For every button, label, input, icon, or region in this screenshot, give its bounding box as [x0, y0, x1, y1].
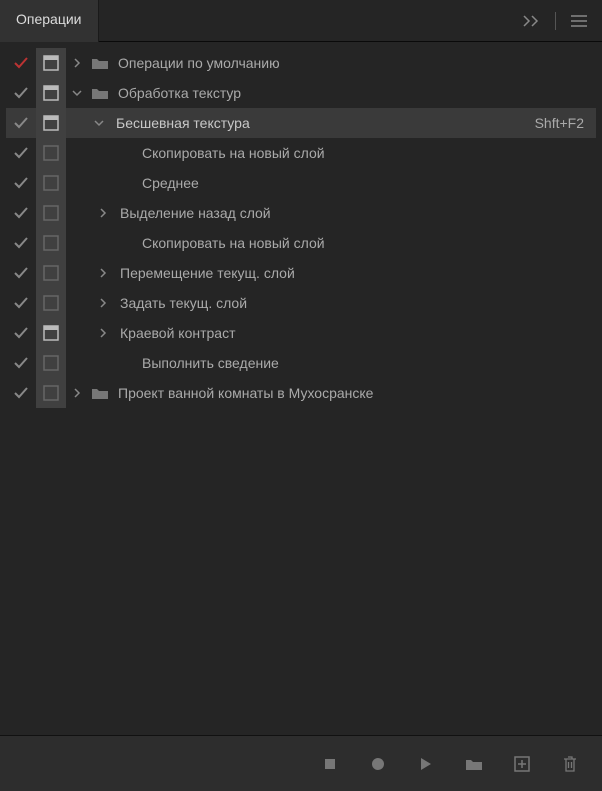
- action-label: Скопировать на новый слой: [136, 145, 596, 161]
- dialog-toggle-icon[interactable]: [36, 138, 66, 168]
- chevron-placeholder: [114, 138, 136, 168]
- action-label: Проект ванной комнаты в Мухосранске: [112, 385, 596, 401]
- action-row[interactable]: Скопировать на новый слой: [6, 138, 596, 168]
- chevron-down-icon[interactable]: [88, 108, 110, 138]
- action-label: Операции по умолчанию: [112, 55, 596, 71]
- folder-icon: [88, 378, 112, 408]
- chevron-down-icon[interactable]: [66, 78, 88, 108]
- new-set-button[interactable]: [464, 754, 484, 774]
- collapse-panel-icon[interactable]: [523, 12, 541, 30]
- dialog-toggle-icon[interactable]: [36, 78, 66, 108]
- chevron-right-icon[interactable]: [66, 378, 88, 408]
- action-row[interactable]: Выполнить сведение: [6, 348, 596, 378]
- header-divider: [555, 12, 556, 30]
- toggle-check-icon[interactable]: [6, 288, 36, 318]
- toggle-check-icon[interactable]: [6, 198, 36, 228]
- stop-button[interactable]: [320, 754, 340, 774]
- toggle-check-icon[interactable]: [6, 138, 36, 168]
- action-row[interactable]: Операции по умолчанию: [6, 48, 596, 78]
- action-row[interactable]: Перемещение текущ. слой: [6, 258, 596, 288]
- chevron-right-icon[interactable]: [66, 48, 88, 78]
- dialog-toggle-icon[interactable]: [36, 48, 66, 78]
- record-button[interactable]: [368, 754, 388, 774]
- folder-icon: [88, 78, 112, 108]
- action-row[interactable]: Проект ванной комнаты в Мухосранске: [6, 378, 596, 408]
- action-row[interactable]: Бесшевная текстураShft+F2: [6, 108, 596, 138]
- panel-header: Операции: [0, 0, 602, 42]
- dialog-toggle-icon[interactable]: [36, 228, 66, 258]
- action-label: Скопировать на новый слой: [136, 235, 596, 251]
- dialog-toggle-icon[interactable]: [36, 168, 66, 198]
- trash-button[interactable]: [560, 754, 580, 774]
- chevron-right-icon[interactable]: [92, 318, 114, 348]
- tab-actions[interactable]: Операции: [0, 0, 99, 42]
- toggle-check-icon[interactable]: [6, 78, 36, 108]
- toggle-check-icon[interactable]: [6, 318, 36, 348]
- play-button[interactable]: [416, 754, 436, 774]
- chevron-placeholder: [114, 168, 136, 198]
- action-label: Выполнить сведение: [136, 355, 596, 371]
- dialog-toggle-icon[interactable]: [36, 258, 66, 288]
- toggle-check-icon[interactable]: [6, 228, 36, 258]
- toggle-check-icon[interactable]: [6, 258, 36, 288]
- action-label: Среднее: [136, 175, 596, 191]
- action-row[interactable]: Обработка текстур: [6, 78, 596, 108]
- action-label: Перемещение текущ. слой: [114, 265, 596, 281]
- dialog-toggle-icon[interactable]: [36, 288, 66, 318]
- toggle-check-icon[interactable]: [6, 168, 36, 198]
- dialog-toggle-icon[interactable]: [36, 108, 66, 138]
- bottom-toolbar: [0, 735, 602, 791]
- action-row[interactable]: Среднее: [6, 168, 596, 198]
- chevron-right-icon[interactable]: [92, 258, 114, 288]
- header-spacer: [99, 0, 524, 41]
- chevron-placeholder: [114, 348, 136, 378]
- shortcut-label: Shft+F2: [535, 115, 596, 131]
- header-actions: [523, 0, 602, 41]
- action-label: Выделение назад слой: [114, 205, 596, 221]
- chevron-right-icon[interactable]: [92, 198, 114, 228]
- action-label: Краевой контраст: [114, 325, 596, 341]
- toggle-check-icon[interactable]: [6, 378, 36, 408]
- action-label: Обработка текстур: [112, 85, 596, 101]
- chevron-placeholder: [114, 228, 136, 258]
- action-row[interactable]: Задать текущ. слой: [6, 288, 596, 318]
- action-row[interactable]: Выделение назад слой: [6, 198, 596, 228]
- folder-icon: [88, 48, 112, 78]
- action-label: Задать текущ. слой: [114, 295, 596, 311]
- toggle-check-icon[interactable]: [6, 348, 36, 378]
- dialog-toggle-icon[interactable]: [36, 348, 66, 378]
- dialog-toggle-icon[interactable]: [36, 378, 66, 408]
- dialog-toggle-icon[interactable]: [36, 318, 66, 348]
- new-action-button[interactable]: [512, 754, 532, 774]
- toggle-check-icon[interactable]: [6, 108, 36, 138]
- chevron-right-icon[interactable]: [92, 288, 114, 318]
- action-row[interactable]: Краевой контраст: [6, 318, 596, 348]
- panel-menu-icon[interactable]: [570, 12, 588, 30]
- action-label: Бесшевная текстура: [110, 115, 535, 131]
- action-row[interactable]: Скопировать на новый слой: [6, 228, 596, 258]
- toggle-check-icon[interactable]: [6, 48, 36, 78]
- dialog-toggle-icon[interactable]: [36, 198, 66, 228]
- actions-tree[interactable]: Операции по умолчанию Обработка текстур Бе…: [0, 42, 602, 735]
